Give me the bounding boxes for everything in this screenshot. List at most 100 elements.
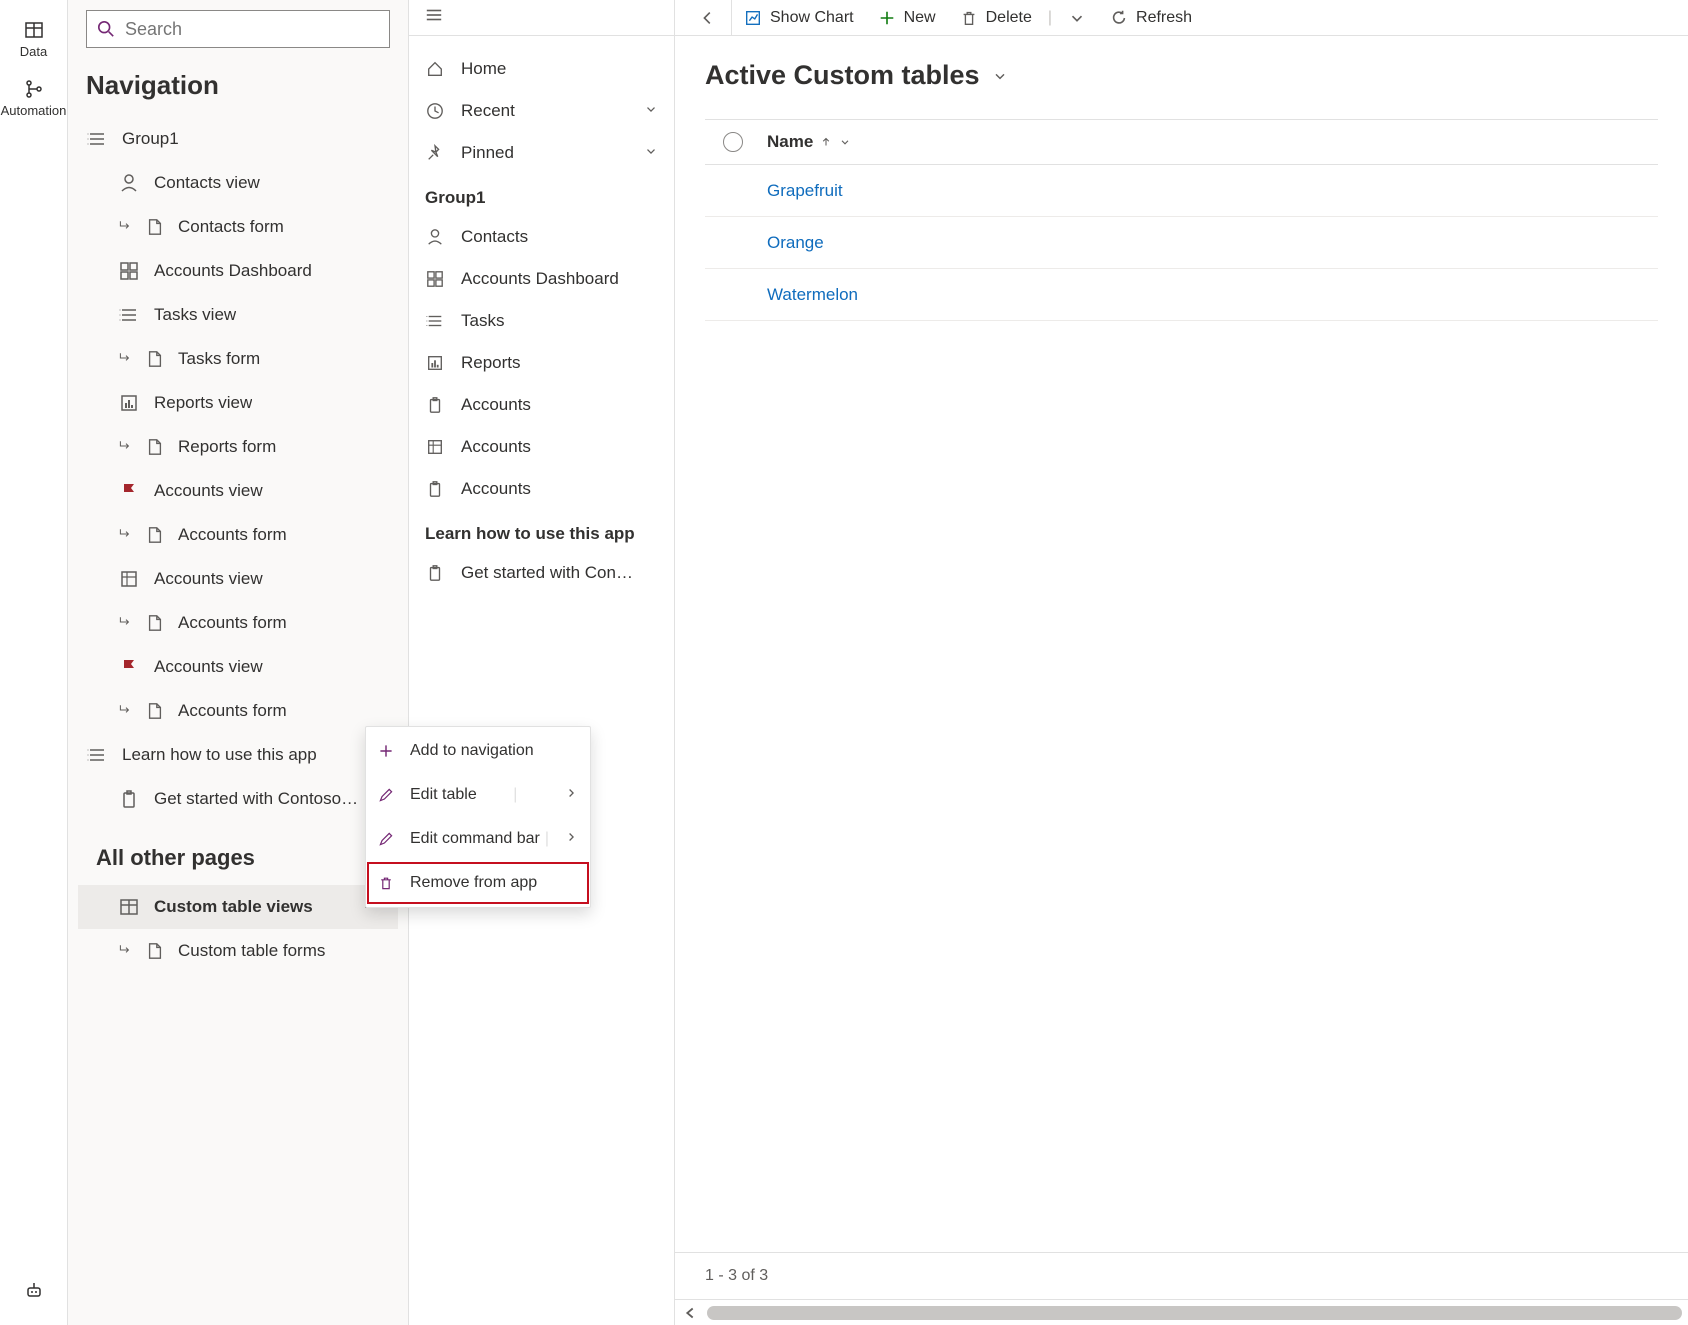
sitemap-item[interactable]: Contacts [409,216,674,258]
document-icon [146,218,164,236]
nav-item[interactable]: Accounts view [78,557,398,601]
nav-group1[interactable]: Group1 [78,117,398,161]
cm-add-to-navigation[interactable]: Add to navigation [366,729,590,773]
sitemap-learn-label: Learn how to use this app [409,510,674,552]
subarrow-icon [118,218,136,236]
nav-item[interactable]: Contacts view [78,161,398,205]
rail-chatbot[interactable] [0,1271,67,1315]
show-chart-button[interactable]: Show Chart [732,0,866,35]
sitemap-item[interactable]: Recent [409,90,674,132]
nav-item[interactable]: Reports form [78,425,398,469]
nav-item[interactable]: Accounts form [78,513,398,557]
table-row[interactable]: Orange [705,217,1658,269]
nav-item[interactable]: Tasks view [78,293,398,337]
nav-item-label: Accounts view [154,569,263,589]
horizontal-scrollbar[interactable] [675,1299,1688,1325]
refresh-button[interactable]: Refresh [1098,0,1204,35]
record-link[interactable]: Grapefruit [767,181,843,201]
nav-item-label: Accounts view [154,657,263,677]
sitemap-item[interactable]: Get started with Con… [409,552,674,594]
chevron-down-icon [992,68,1008,84]
nav-item[interactable]: Get started with Contoso… [78,777,398,821]
search-box[interactable] [86,10,390,48]
nav-item[interactable]: Custom table views··· [78,885,398,929]
record-link[interactable]: Watermelon [767,285,858,305]
column-name[interactable]: Name [767,132,851,152]
table-row[interactable]: Grapefruit [705,165,1658,217]
chevron-down-icon [644,143,658,163]
report-icon [118,392,140,414]
nav-item-label: Get started with Contoso… [154,789,358,809]
hamburger-button[interactable] [425,6,443,29]
delete-split-button[interactable] [1056,0,1098,35]
nav-item-label: Accounts form [178,613,287,633]
pin-icon [425,143,445,163]
nav-item[interactable]: Tasks form [78,337,398,381]
sitemap-item[interactable]: Accounts [409,384,674,426]
flag-icon [118,480,140,502]
chevron-down-icon [839,136,851,148]
sitemap-item[interactable]: Home [409,48,674,90]
sitemap-item[interactable]: Accounts [409,468,674,510]
nav-item[interactable]: Accounts view [78,469,398,513]
list-icon [425,311,445,331]
sitemap-item-label: Recent [461,101,515,121]
nav-item-label: Reports view [154,393,252,413]
nav-item-label: Accounts form [178,701,287,721]
search-icon [97,20,115,38]
clipboard-icon [425,563,445,583]
document-icon [146,702,164,720]
delete-button[interactable]: Delete [948,0,1044,35]
scroll-left-icon[interactable] [681,1304,699,1322]
nav-item[interactable]: Accounts form [78,689,398,733]
select-all-checkbox[interactable] [723,132,743,152]
home-icon [425,59,445,79]
sitemap-item[interactable]: Accounts Dashboard [409,258,674,300]
nav-item[interactable]: Accounts view [78,645,398,689]
search-input[interactable] [125,19,379,40]
cm-edit-command-bar[interactable]: Edit command bar | [366,817,590,861]
table-row[interactable]: Watermelon [705,269,1658,321]
cm-edit-table[interactable]: Edit table | [366,773,590,817]
clipboard-icon [425,395,445,415]
nav-item[interactable]: Contacts form [78,205,398,249]
sitemap-item-label: Accounts [461,395,531,415]
document-icon [146,350,164,368]
nav-item[interactable]: Custom table forms [78,929,398,973]
rail-data-label: Data [20,44,47,59]
sitemap-item-label: Pinned [461,143,514,163]
sitemap-item[interactable]: Tasks [409,300,674,342]
view-selector[interactable]: Active Custom tables [705,60,1658,91]
nav-learn-group[interactable]: Learn how to use this app [78,733,398,777]
new-button[interactable]: New [866,0,948,35]
nav-item-label: Contacts form [178,217,284,237]
nav-item[interactable]: Accounts Dashboard [78,249,398,293]
nav-item-label: Contacts view [154,173,260,193]
nav-item-label: Accounts Dashboard [154,261,312,281]
sitemap-item[interactable]: Pinned [409,132,674,174]
list-icon [118,304,140,326]
rail-data[interactable]: Data [0,10,67,69]
sitemap-item[interactable]: Reports [409,342,674,384]
cm-remove-from-app[interactable]: Remove from app [366,861,590,905]
nav-item-label: Custom table forms [178,941,325,961]
table-icon [118,896,140,918]
record-link[interactable]: Orange [767,233,824,253]
scroll-thumb[interactable] [707,1306,1682,1320]
left-rail: Data Automation [0,0,68,1325]
plus-icon [878,9,896,27]
chart-icon [744,9,762,27]
list-icon [86,744,108,766]
sitemap-item[interactable]: Accounts [409,426,674,468]
entity-icon [118,568,140,590]
navigation-panel: Navigation Group1 Contacts viewContacts … [68,0,409,1325]
rail-automation[interactable]: Automation [0,69,67,128]
subarrow-icon [118,526,136,544]
sitemap-item-label: Accounts [461,437,531,457]
nav-item[interactable]: Reports view [78,381,398,425]
nav-item[interactable]: Accounts form [78,601,398,645]
person-icon [118,172,140,194]
back-button[interactable] [685,0,732,35]
sitemap-item-label: Contacts [461,227,528,247]
nav-item-label: Accounts view [154,481,263,501]
